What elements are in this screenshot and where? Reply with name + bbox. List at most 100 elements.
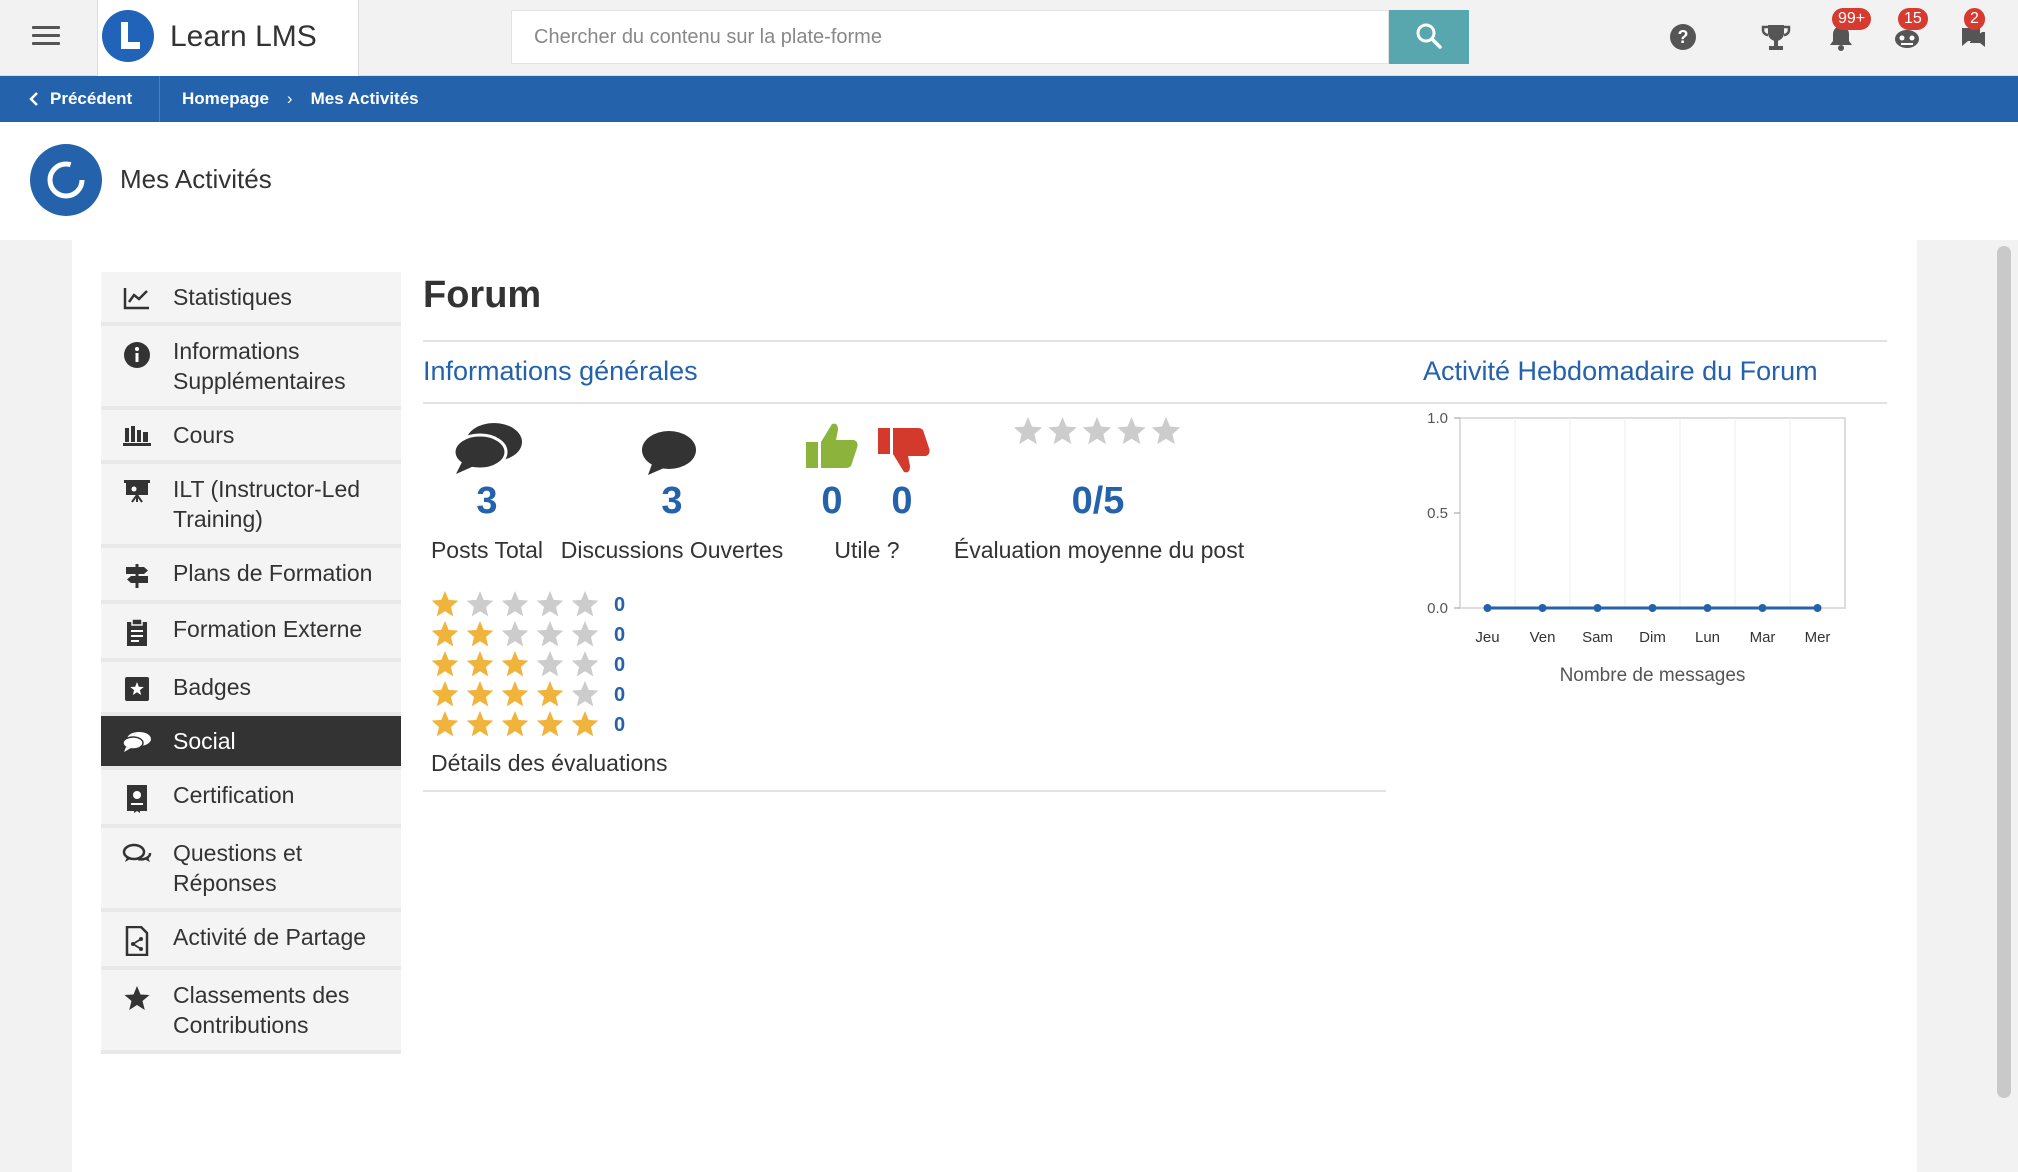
sidebar-item-statistiques[interactable]: Statistiques	[101, 272, 401, 326]
rating-star	[431, 711, 459, 737]
rating-count: 0	[614, 623, 626, 646]
chart-plot-area	[1459, 417, 1846, 609]
useful-yes-value: 0	[821, 480, 843, 522]
sidebar-item-formation-externe[interactable]: Formation Externe	[101, 604, 401, 662]
rating-star	[466, 681, 494, 707]
sidebar-item-classements[interactable]: Classements des Contributions	[101, 970, 401, 1054]
robot-icon[interactable]: 15	[1892, 8, 1928, 54]
sidebar-item-label: Plans de Formation	[173, 560, 373, 586]
y-tick-label: 0.0	[1427, 600, 1448, 617]
rating-count: 0	[614, 713, 626, 736]
sidebar-item-label: Informations Supplémentaires	[173, 338, 346, 394]
breadcrumb: Homepage › Mes Activités	[182, 76, 419, 122]
back-button[interactable]: Précédent	[28, 76, 160, 122]
brand-logo[interactable]: Learn LMS	[97, 0, 359, 76]
chevron-right-icon: ›	[286, 89, 293, 108]
rating-star	[501, 711, 529, 737]
sidebar-item-social[interactable]: Social	[101, 716, 401, 770]
sidebar-item-certification[interactable]: Certification	[101, 770, 401, 828]
weekly-activity-title: Activité Hebdomadaire du Forum	[1423, 356, 1818, 386]
chart-data-point	[1758, 604, 1767, 612]
rating-star	[466, 651, 494, 677]
divider	[423, 402, 1887, 404]
rating-star	[501, 621, 529, 647]
sidebar-item-label: Activité de Partage	[173, 924, 367, 950]
chart-data-point	[1648, 604, 1657, 612]
sidebar-item-label: Classements des Contributions	[173, 982, 350, 1038]
rating-star	[571, 711, 599, 737]
sidebar-item-plans[interactable]: Plans de Formation	[101, 548, 401, 604]
info-icon	[101, 336, 173, 370]
sidebar-item-questions[interactable]: Questions et Réponses	[101, 828, 401, 912]
chart-data-point	[1813, 604, 1822, 612]
posts-bubbles-icon	[452, 423, 522, 474]
share-doc-icon	[101, 922, 173, 956]
rating-star	[501, 681, 529, 707]
presentation-icon	[101, 474, 173, 504]
thumbs-down-icon	[878, 428, 930, 473]
clipboard-icon	[101, 614, 173, 648]
rating-star	[536, 651, 564, 677]
rating-row-stars	[431, 591, 599, 617]
search-input[interactable]	[511, 10, 1389, 64]
chart-data-point	[1703, 604, 1712, 612]
chart-x-axis-label: Nombre de messages	[1560, 665, 1746, 686]
rating-details-label: Détails des évaluations	[431, 750, 668, 776]
star-icon	[101, 980, 173, 1012]
rating-star	[1151, 417, 1181, 445]
rating-star	[1082, 417, 1112, 445]
rating-star	[571, 621, 599, 647]
sidebar-item-partage[interactable]: Activité de Partage	[101, 912, 401, 970]
chat-bubbles-icon	[101, 726, 173, 754]
notifications-bell-icon[interactable]: 99+	[1826, 8, 1872, 54]
rating-star	[536, 711, 564, 737]
rating-star	[536, 681, 564, 707]
breadcrumb-current: Mes Activités	[310, 89, 419, 108]
sidebar-item-ilt[interactable]: ILT (Instructor-Led Training)	[101, 464, 401, 548]
rating-star	[501, 651, 529, 677]
messages-badge: 2	[1964, 8, 1985, 30]
rating-star	[1117, 417, 1146, 445]
thumbs-up-icon	[806, 423, 858, 468]
rating-star	[431, 591, 459, 617]
brand-name: Learn LMS	[170, 20, 317, 53]
breadcrumb-divider	[159, 76, 160, 122]
search-button[interactable]	[1389, 10, 1469, 64]
activity-ring-icon	[30, 144, 102, 216]
sidebar-item-label: Certification	[173, 782, 295, 808]
messages-icon[interactable]: 2	[1958, 8, 1990, 54]
page-header: Mes Activités	[0, 122, 2018, 240]
rating-row: 0	[430, 620, 625, 650]
chart-data-point	[1593, 604, 1602, 612]
x-tick-label: Ven	[1530, 629, 1556, 646]
sidebar-item-cours[interactable]: Cours	[101, 410, 401, 464]
rating-row: 0	[430, 710, 625, 740]
forum-title: Forum	[423, 274, 542, 316]
rating-count: 0	[614, 653, 626, 676]
sidebar-item-label: Social	[173, 728, 236, 754]
rating-star	[466, 621, 494, 647]
scrollbar[interactable]	[1997, 246, 2011, 1098]
average-rating-value: 0/5	[1071, 480, 1125, 522]
chart-line-icon	[101, 282, 173, 310]
signpost-icon	[101, 558, 173, 590]
trophy-icon[interactable]	[1760, 22, 1792, 54]
open-discussions-value: 3	[661, 480, 683, 522]
breadcrumb-homepage[interactable]: Homepage	[182, 89, 269, 109]
sidebar-item-label: Formation Externe	[173, 616, 363, 642]
rating-count: 0	[614, 683, 626, 706]
y-tick-label: 0.5	[1427, 505, 1448, 522]
rating-row-stars	[431, 681, 599, 707]
rating-details: 0 0 0 0 0	[430, 590, 625, 740]
svg-text:?: ?	[1678, 27, 1689, 47]
rating-star	[536, 591, 564, 617]
sidebar: Statistiques Informations Supplémentaire…	[101, 272, 401, 1054]
rating-row-stars	[431, 651, 599, 677]
rating-star	[571, 651, 599, 677]
sidebar-item-label: Badges	[173, 674, 252, 700]
chevron-left-icon	[29, 92, 38, 106]
help-icon[interactable]: ?	[1668, 22, 1700, 54]
menu-icon[interactable]	[32, 26, 60, 48]
sidebar-item-informations[interactable]: Informations Supplémentaires	[101, 326, 401, 410]
sidebar-item-badges[interactable]: Badges	[101, 662, 401, 716]
